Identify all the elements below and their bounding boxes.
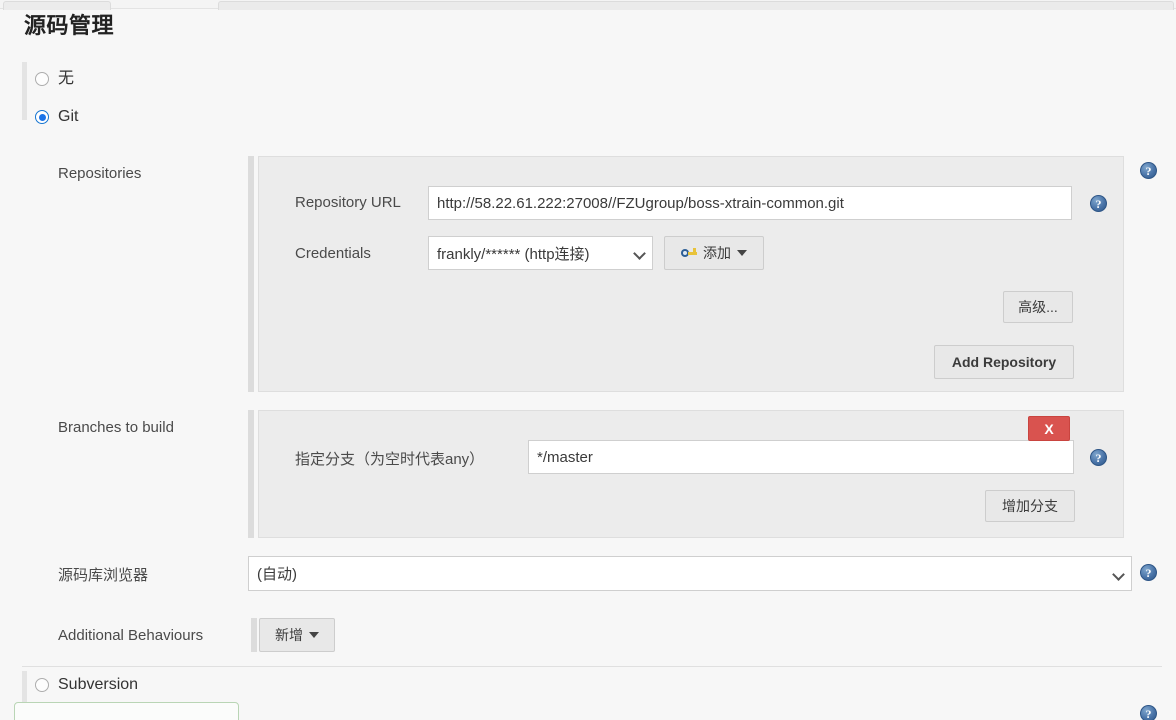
add-branch-label: 增加分支 bbox=[1002, 498, 1058, 514]
add-behaviour-label: 新增 bbox=[275, 627, 303, 643]
repo-browser-value: (自动) bbox=[257, 566, 297, 583]
add-repository-label: Add Repository bbox=[951, 354, 1057, 370]
credentials-label: Credentials bbox=[295, 245, 371, 262]
advanced-button[interactable]: 高级... bbox=[1003, 291, 1073, 323]
tab-stub-right[interactable] bbox=[218, 1, 1174, 10]
branch-specifier-help-icon[interactable]: ? bbox=[1090, 449, 1107, 466]
chevron-down-icon bbox=[1114, 569, 1124, 579]
scm-radio-rail bbox=[22, 62, 27, 120]
add-credentials-button[interactable]: 添加 bbox=[664, 236, 764, 270]
add-credentials-label: 添加 bbox=[703, 245, 731, 261]
branch-specifier-input[interactable] bbox=[528, 440, 1074, 474]
repositories-rail bbox=[248, 156, 254, 392]
repository-url-help-icon[interactable]: ? bbox=[1090, 195, 1107, 212]
credentials-select[interactable]: frankly/****** (http连接) bbox=[428, 236, 653, 270]
caret-down-icon bbox=[737, 250, 747, 256]
scm-config-page: 源码管理 无 Git Repositories Repository URL ?… bbox=[0, 0, 1176, 720]
repository-url-label: Repository URL bbox=[295, 194, 401, 211]
add-repository-button[interactable]: Add Repository bbox=[934, 345, 1074, 379]
repo-browser-help-icon[interactable]: ? bbox=[1140, 564, 1157, 581]
repositories-help-icon[interactable]: ? bbox=[1140, 162, 1157, 179]
bottom-action-bar[interactable] bbox=[14, 702, 239, 720]
delete-branch-label: X bbox=[1044, 420, 1054, 437]
subversion-rail bbox=[22, 671, 27, 703]
tab-strip bbox=[0, 0, 1176, 10]
scm-option-subversion-label: Subversion bbox=[58, 676, 139, 693]
branches-rail bbox=[248, 410, 254, 538]
radio-subversion-icon[interactable] bbox=[35, 678, 49, 692]
repo-browser-label: 源码库浏览器 bbox=[58, 567, 149, 584]
repo-browser-select[interactable]: (自动) bbox=[248, 556, 1132, 591]
section-divider bbox=[22, 666, 1162, 667]
delete-branch-button[interactable]: X bbox=[1028, 416, 1070, 441]
scm-option-git[interactable]: Git bbox=[35, 109, 78, 125]
branches-label: Branches to build bbox=[58, 419, 174, 436]
repository-url-input[interactable] bbox=[428, 186, 1072, 220]
add-behaviour-button[interactable]: 新增 bbox=[259, 618, 335, 652]
subversion-help-icon[interactable]: ? bbox=[1140, 705, 1157, 720]
add-branch-button[interactable]: 增加分支 bbox=[985, 490, 1075, 522]
additional-behaviours-label: Additional Behaviours bbox=[58, 627, 204, 644]
radio-git-icon[interactable] bbox=[35, 110, 49, 124]
scm-option-none-label: 无 bbox=[58, 70, 75, 87]
caret-down-icon bbox=[309, 632, 319, 638]
scm-option-none[interactable]: 无 bbox=[35, 71, 74, 87]
page-title: 源码管理 bbox=[24, 13, 115, 38]
scm-option-subversion[interactable]: Subversion bbox=[35, 677, 138, 693]
repositories-label: Repositories bbox=[58, 165, 142, 182]
chevron-down-icon bbox=[635, 248, 645, 258]
scm-option-git-label: Git bbox=[58, 108, 79, 125]
branch-specifier-label: 指定分支（为空时代表any） bbox=[295, 451, 485, 468]
key-icon bbox=[681, 248, 697, 258]
advanced-button-label: 高级... bbox=[1018, 299, 1058, 315]
additional-behaviours-rail bbox=[251, 618, 257, 652]
radio-none-icon[interactable] bbox=[35, 72, 49, 86]
credentials-select-value: frankly/****** (http连接) bbox=[437, 245, 590, 263]
